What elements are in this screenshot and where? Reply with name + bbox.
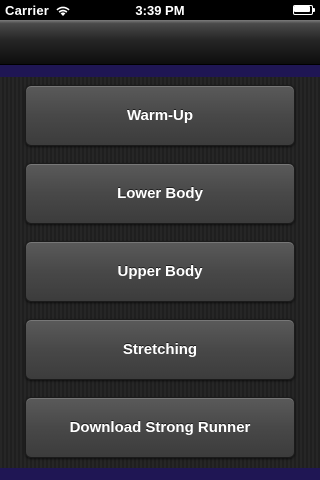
battery-fill [294,6,310,12]
stretching-label: Stretching [122,341,198,358]
warm-up-button[interactable]: Warm-Up [25,85,295,146]
menu-content: Warm-Up Lower Body Upper Body Stretching… [0,77,320,468]
upper-body-button[interactable]: Upper Body [25,241,295,302]
accent-strip-top [0,65,320,77]
stretching-button[interactable]: Stretching [25,319,295,380]
navigation-bar [0,20,320,65]
warm-up-label: Warm-Up [126,107,194,124]
status-time: 3:39 PM [135,3,185,18]
status-bar: Carrier 3:39 PM [0,0,320,20]
accent-strip-bottom [0,468,320,480]
download-strong-runner-button[interactable]: Download Strong Runner [25,397,295,458]
battery-tip [313,8,315,12]
battery-icon [293,5,315,15]
download-strong-runner-label: Download Strong Runner [69,419,251,436]
lower-body-label: Lower Body [117,185,203,202]
app-screen: Carrier 3:39 PM Warm-Up Lower Body Upper… [0,0,320,480]
lower-body-button[interactable]: Lower Body [25,163,295,224]
upper-body-label: Upper Body [117,263,203,280]
